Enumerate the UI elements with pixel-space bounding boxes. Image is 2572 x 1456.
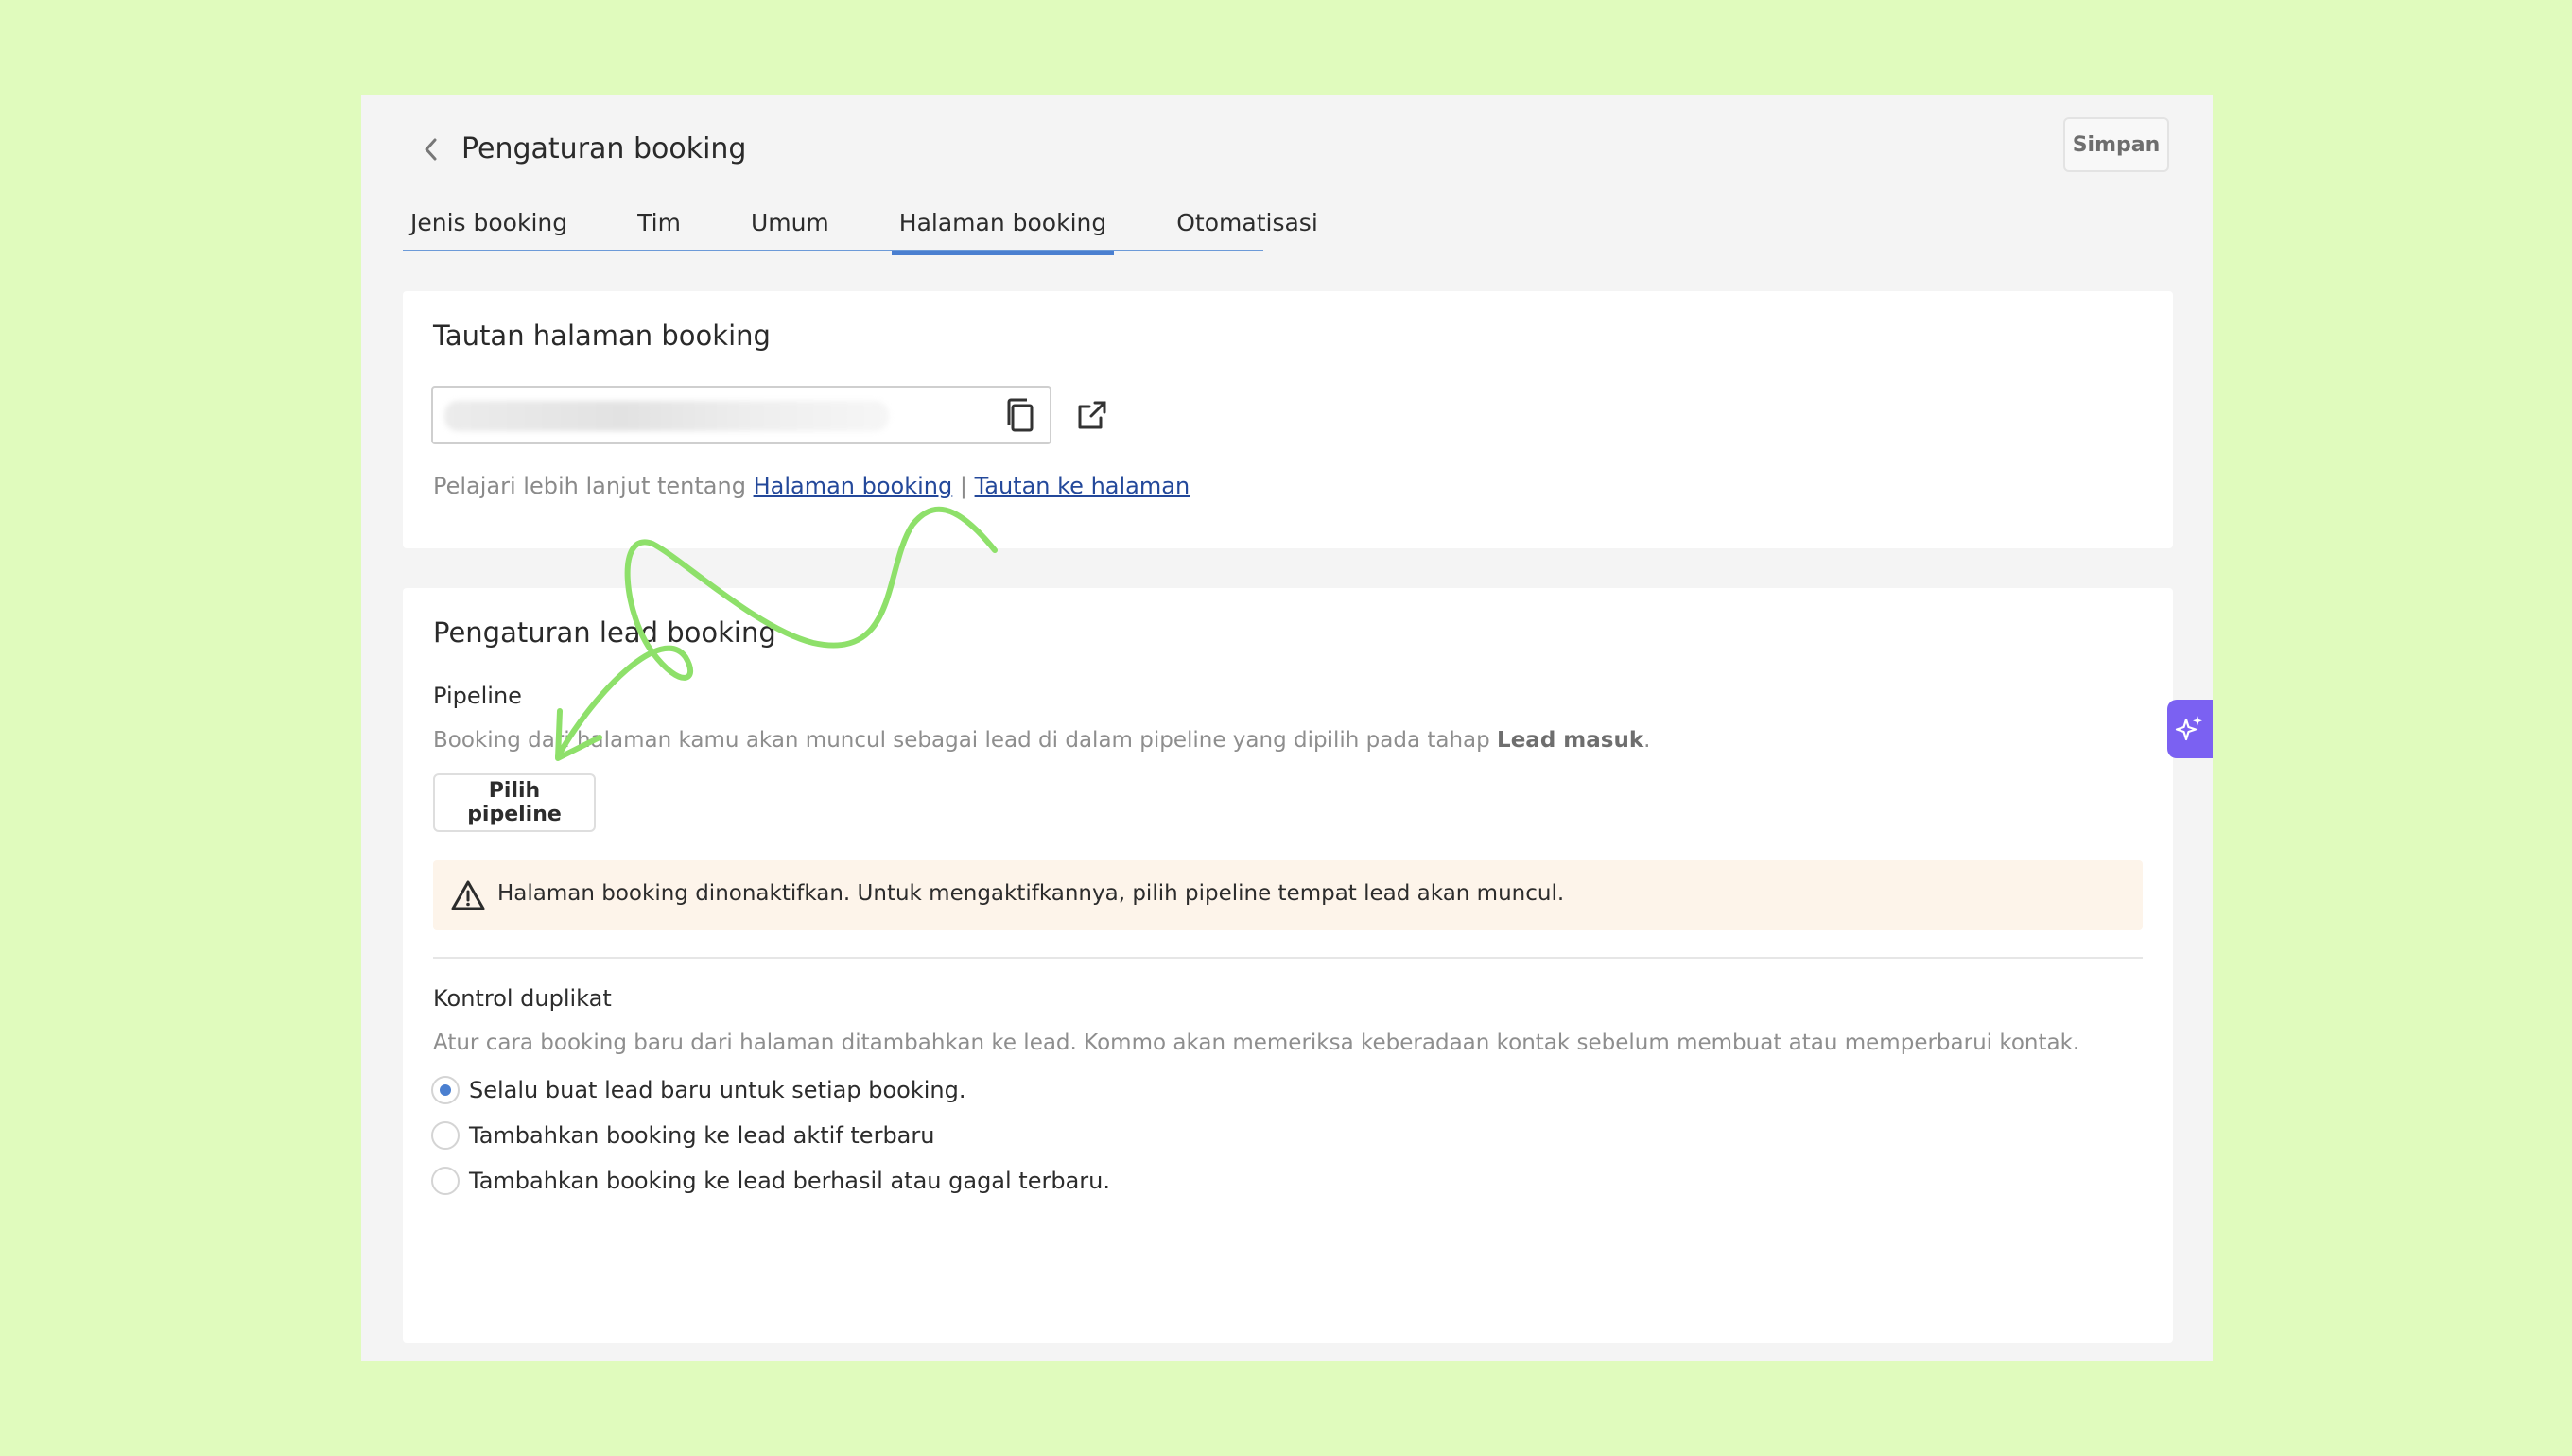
duplicate-control-description: Atur cara booking baru dari halaman dita… (433, 1031, 2080, 1055)
tab-tim[interactable]: Tim (630, 204, 688, 250)
radio-button[interactable] (431, 1121, 460, 1150)
link-tautan-ke-halaman[interactable]: Tautan ke halaman (975, 473, 1190, 499)
divider (433, 957, 2143, 959)
settings-panel: Pengaturan booking Simpan Jenis booking … (361, 95, 2213, 1361)
back-button[interactable] (412, 130, 450, 168)
pipeline-desc-stage: Lead masuk (1497, 728, 1644, 753)
radio-button[interactable] (431, 1076, 460, 1104)
choose-pipeline-button[interactable]: Pilih pipeline (433, 773, 596, 832)
radio-option-closed-lead[interactable]: Tambahkan booking ke lead berhasil atau … (431, 1167, 1110, 1195)
pipeline-desc-text: Booking dari halaman kamu akan muncul se… (433, 728, 1498, 753)
booking-link-field[interactable] (431, 386, 1051, 444)
radio-option-new-lead[interactable]: Selalu buat lead baru untuk setiap booki… (431, 1076, 965, 1104)
duplicate-control-label: Kontrol duplikat (433, 985, 612, 1012)
pipeline-desc-suffix: . (1643, 728, 1651, 753)
lead-settings-card: Pengaturan lead booking Pipeline Booking… (403, 588, 2173, 1343)
warning-triangle-icon (451, 880, 485, 910)
radio-label: Tambahkan booking ke lead aktif terbaru (469, 1122, 935, 1149)
link-separator: | (952, 473, 975, 499)
page-title: Pengaturan booking (461, 132, 747, 165)
tab-bar: Jenis booking Tim Umum Halaman booking O… (403, 204, 1318, 255)
radio-button[interactable] (431, 1167, 460, 1195)
chevron-left-icon (425, 138, 437, 161)
external-link-icon (1078, 401, 1106, 429)
booking-link-card: Tautan halaman booking Pelajari lebih la… (403, 291, 2173, 548)
tab-jenis-booking[interactable]: Jenis booking (403, 204, 575, 250)
save-button[interactable]: Simpan (2063, 117, 2169, 172)
tab-umum[interactable]: Umum (743, 204, 837, 250)
pipeline-description: Booking dari halaman kamu akan muncul se… (433, 728, 1650, 753)
tab-halaman-booking[interactable]: Halaman booking (891, 204, 1115, 255)
warning-banner: Halaman booking dinonaktifkan. Untuk men… (433, 860, 2143, 930)
copy-button[interactable] (1000, 395, 1040, 435)
warning-text: Halaman booking dinonaktifkan. Untuk men… (497, 881, 1565, 906)
ai-assistant-button[interactable] (2167, 700, 2213, 758)
link-halaman-booking[interactable]: Halaman booking (754, 473, 953, 499)
radio-option-active-lead[interactable]: Tambahkan booking ke lead aktif terbaru (431, 1121, 934, 1150)
copy-icon (1007, 398, 1034, 432)
lead-settings-title: Pengaturan lead booking (433, 616, 776, 649)
open-link-button[interactable] (1072, 395, 1112, 435)
blurred-url (444, 401, 889, 431)
radio-label: Tambahkan booking ke lead berhasil atau … (469, 1168, 1110, 1194)
tab-otomatisasi[interactable]: Otomatisasi (1169, 204, 1326, 250)
booking-link-title: Tautan halaman booking (433, 320, 771, 352)
radio-label: Selalu buat lead baru untuk setiap booki… (469, 1077, 966, 1103)
learn-prefix: Pelajari lebih lanjut tentang (433, 473, 754, 499)
sparkles-icon (2175, 716, 2202, 741)
pipeline-label: Pipeline (433, 683, 522, 709)
learn-more-text: Pelajari lebih lanjut tentang Halaman bo… (433, 473, 1190, 499)
